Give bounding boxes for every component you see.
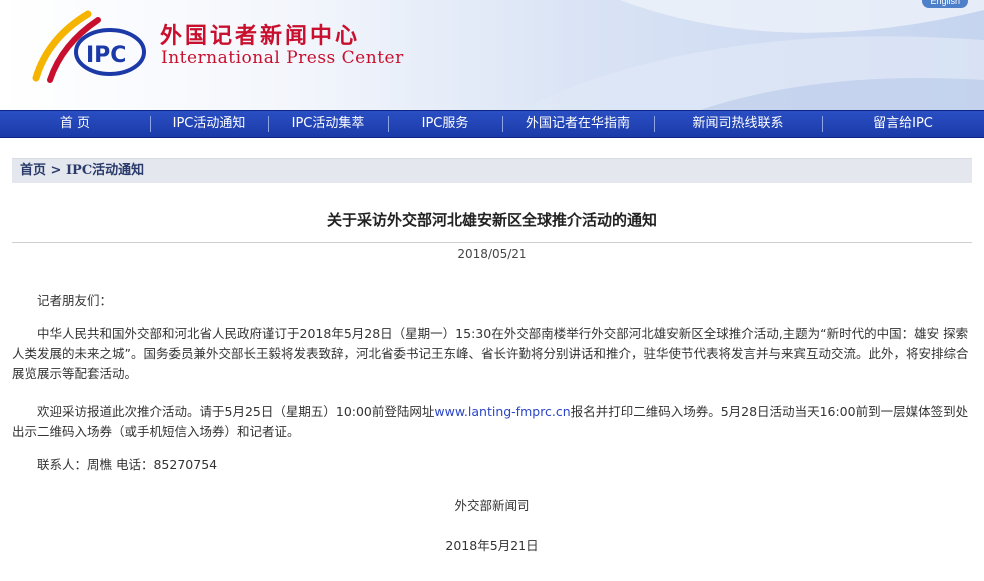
article-body: 记者朋友们： 中华人民共和国外交部和河北省人民政府谨订于2018年5月28日（星… — [0, 291, 984, 475]
breadcrumb-home-link[interactable]: 首页 — [20, 163, 46, 178]
site-header: IPC 外国记者新闻中心 International Press Center … — [0, 0, 984, 110]
english-link[interactable]: English — [922, 0, 968, 8]
signature-date: 2018年5月21日 — [445, 538, 539, 553]
breadcrumb-separator: > — [46, 163, 66, 178]
site-title-cn: 外国记者新闻中心 — [160, 24, 361, 49]
nav-item-leave-message[interactable]: 留言给IPC — [822, 111, 984, 137]
ipc-logo-icon: IPC — [32, 10, 146, 83]
paragraph-registration: 欢迎采访报道此次推介活动。请于5月25日（星期五）10:00前登陆网址www.l… — [12, 402, 972, 442]
article-title: 关于采访外交部河北雄安新区全球推介活动的通知 — [326, 211, 657, 229]
contact-info: 联系人：周樵 电话：85270754 — [37, 457, 218, 472]
paragraph-event-details: 中华人民共和国外交部和河北省人民政府谨订于2018年5月28日（星期一）15:3… — [12, 326, 969, 381]
site-title-en: International Press Center — [161, 48, 404, 68]
logo-text: IPC — [86, 43, 126, 68]
breadcrumb-current-link[interactable]: IPC活动通知 — [66, 163, 144, 178]
article-date: 2018/05/21 — [457, 247, 527, 261]
greeting: 记者朋友们： — [37, 293, 113, 308]
nav-item-ipc-highlights[interactable]: IPC活动集萃 — [268, 111, 388, 137]
nav-item-ipc-notices[interactable]: IPC活动通知 — [150, 111, 268, 137]
main-nav: 首 页 IPC活动通知 IPC活动集萃 IPC服务 外国记者在华指南 新闻司热线… — [0, 110, 984, 138]
nav-item-foreign-journalist-guide[interactable]: 外国记者在华指南 — [502, 111, 654, 137]
registration-text-before: 欢迎采访报道此次推介活动。请于5月25日（星期五）10:00前登陆网址 — [37, 404, 435, 419]
nav-item-ipc-services[interactable]: IPC服务 — [388, 111, 502, 137]
nav-item-home[interactable]: 首 页 — [0, 111, 150, 137]
nav-item-hotline[interactable]: 新闻司热线联系 — [654, 111, 822, 137]
title-divider — [12, 242, 972, 243]
registration-website-link[interactable]: www.lanting-fmprc.cn — [434, 404, 570, 419]
signature: 外交部新闻司 — [454, 498, 530, 513]
breadcrumb: 首页 > IPC活动通知 — [12, 158, 972, 183]
